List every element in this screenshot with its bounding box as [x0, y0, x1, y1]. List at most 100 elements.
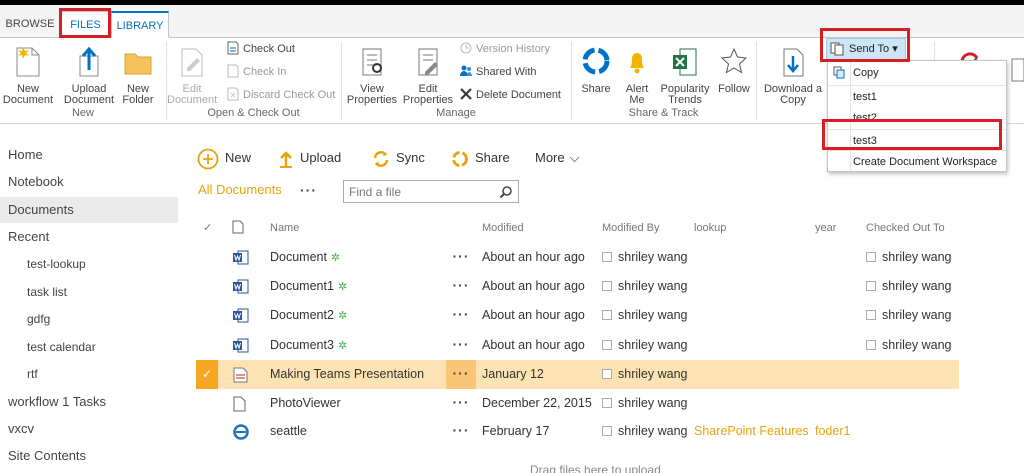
table-row[interactable]: Document1 ✲ ··· About an hour ago shriley wa…: [196, 272, 959, 301]
menu-item-copy[interactable]: Copy: [828, 62, 1006, 84]
checked-out-to-cell[interactable]: shriley wang: [866, 301, 951, 330]
follow-button[interactable]: Follow: [714, 46, 754, 95]
share-button[interactable]: Share: [577, 46, 615, 95]
column-header-modified[interactable]: Modified: [482, 222, 524, 234]
menu-item-create-workspace[interactable]: Create Document Workspace: [828, 150, 1006, 172]
file-name-link[interactable]: PhotoViewer: [270, 389, 341, 418]
file-name-link[interactable]: Document ✲: [270, 243, 340, 272]
presence-checkbox[interactable]: [602, 340, 612, 350]
shared-with-button[interactable]: Shared With: [459, 63, 537, 81]
presence-checkbox[interactable]: [602, 310, 612, 320]
table-row[interactable]: seattle ··· February 17 shriley wang SharePo…: [196, 417, 959, 446]
modified-by-cell[interactable]: shriley wang: [602, 331, 687, 360]
file-name-link[interactable]: Document3 ✲: [270, 331, 347, 360]
menu-item-test3[interactable]: test3: [828, 129, 1006, 151]
checked-out-to-cell[interactable]: shriley wang: [866, 331, 951, 360]
publish-button[interactable]: [1010, 56, 1024, 90]
item-menu-ellipsis[interactable]: ···: [446, 301, 476, 330]
search-input[interactable]: [344, 181, 492, 202]
view-properties-button[interactable]: View Properties: [344, 46, 400, 106]
nav-item-gdfg[interactable]: gdfg: [0, 306, 178, 332]
search-icon[interactable]: [499, 185, 513, 199]
nav-item-site-contents[interactable]: Site Contents: [0, 443, 178, 469]
checked-out-to-cell[interactable]: shriley wang: [866, 243, 951, 272]
new-command[interactable]: New: [197, 147, 251, 169]
item-menu-ellipsis[interactable]: ···: [446, 272, 476, 301]
nav-item-recent[interactable]: Recent: [0, 224, 178, 250]
table-row[interactable]: ✓ Making Teams Presentation ··· January 12 s…: [196, 360, 959, 389]
nav-item-workflow-tasks[interactable]: workflow 1 Tasks: [0, 389, 178, 415]
table-row[interactable]: Document2 ✲ ··· About an hour ago shriley wa…: [196, 301, 959, 330]
modified-by-cell[interactable]: shriley wang: [602, 301, 687, 330]
checked-out-to-cell[interactable]: shriley wang: [866, 272, 951, 301]
upload-document-button[interactable]: Upload Document: [61, 46, 117, 106]
tab-files[interactable]: FILES: [60, 11, 111, 38]
menu-item-test1[interactable]: test1: [828, 85, 1006, 107]
send-to-button[interactable]: Send To ▾: [826, 38, 906, 60]
upload-command[interactable]: Upload: [278, 147, 341, 169]
modified-by-cell[interactable]: shriley wang: [602, 360, 687, 389]
column-header-year[interactable]: year: [815, 222, 836, 234]
column-header-modified-by[interactable]: Modified By: [602, 222, 659, 234]
new-folder-button[interactable]: New Folder: [118, 46, 158, 106]
row-check-icon[interactable]: ✓: [196, 360, 218, 389]
nav-item-vxcv[interactable]: vxcv: [0, 416, 178, 442]
item-menu-ellipsis[interactable]: ···: [446, 389, 476, 418]
nav-item-task-list[interactable]: task list: [0, 279, 178, 305]
modified-by-cell[interactable]: shriley wang: [602, 243, 687, 272]
presence-checkbox[interactable]: [602, 369, 612, 379]
tab-library[interactable]: LIBRARY: [111, 11, 169, 38]
column-header-lookup[interactable]: lookup: [694, 222, 726, 234]
presence-checkbox[interactable]: [602, 281, 612, 291]
check-out-button[interactable]: Check Out: [226, 40, 295, 58]
tab-browse[interactable]: BROWSE: [0, 11, 60, 38]
modified-by-cell[interactable]: shriley wang: [602, 272, 687, 301]
new-document-button[interactable]: New Document: [0, 46, 56, 106]
presence-checkbox[interactable]: [866, 340, 876, 350]
item-menu-ellipsis[interactable]: ···: [446, 331, 476, 360]
nav-item-documents[interactable]: Documents: [0, 197, 178, 223]
view-all-documents[interactable]: All Documents: [198, 182, 282, 197]
item-menu-ellipsis[interactable]: ···: [446, 243, 476, 272]
nav-item-test-lookup[interactable]: test-lookup: [0, 251, 178, 277]
item-menu-ellipsis[interactable]: ···: [446, 360, 476, 389]
download-copy-button[interactable]: Download a Copy: [760, 46, 826, 106]
presence-checkbox[interactable]: [602, 426, 612, 436]
modified-by-cell[interactable]: shriley wang: [602, 417, 687, 446]
item-menu-ellipsis[interactable]: ···: [446, 417, 476, 446]
file-name-link[interactable]: Making Teams Presentation: [270, 360, 424, 389]
popularity-trends-button[interactable]: Popularity Trends: [657, 46, 713, 106]
nav-item-notebook[interactable]: Notebook: [0, 169, 178, 195]
file-name-link[interactable]: seattle: [270, 417, 307, 446]
presence-checkbox[interactable]: [602, 252, 612, 262]
more-command[interactable]: More ⌵: [535, 147, 579, 169]
edit-properties-button[interactable]: Edit Properties: [401, 46, 455, 106]
file-name-link[interactable]: Document1 ✲: [270, 272, 347, 301]
alert-me-button[interactable]: Alert Me: [618, 46, 656, 106]
table-row[interactable]: Document ✲ ··· About an hour ago shriley wan…: [196, 243, 959, 272]
menu-item-test2[interactable]: test2: [828, 107, 1006, 129]
nav-item-rtf[interactable]: rtf: [0, 361, 178, 387]
discard-check-out-button[interactable]: Discard Check Out: [226, 86, 335, 104]
table-row[interactable]: PhotoViewer ··· December 22, 2015 shriley w…: [196, 389, 959, 418]
sync-command[interactable]: Sync: [372, 147, 425, 169]
nav-item-test-calendar[interactable]: test calendar: [0, 334, 178, 360]
presence-checkbox[interactable]: [602, 398, 612, 408]
select-all-check[interactable]: ✓: [203, 221, 212, 234]
column-header-name[interactable]: Name: [270, 222, 299, 234]
file-name-link[interactable]: Document2 ✲: [270, 301, 347, 330]
view-options-ellipsis[interactable]: ···: [300, 182, 317, 198]
share-command[interactable]: Share: [451, 147, 510, 169]
presence-checkbox[interactable]: [866, 310, 876, 320]
column-header-checked-out-to[interactable]: Checked Out To: [866, 222, 945, 234]
lookup-cell[interactable]: SharePoint Features: [694, 417, 809, 446]
modified-by-cell[interactable]: shriley wang: [602, 389, 687, 418]
year-cell[interactable]: foder1: [815, 417, 850, 446]
nav-item-home[interactable]: Home: [0, 142, 178, 168]
presence-checkbox[interactable]: [866, 281, 876, 291]
edit-document-button[interactable]: Edit Document: [166, 46, 218, 106]
table-row[interactable]: Document3 ✲ ··· About an hour ago shriley wa…: [196, 331, 959, 360]
presence-checkbox[interactable]: [866, 252, 876, 262]
delete-document-button[interactable]: Delete Document: [459, 86, 561, 104]
check-in-button[interactable]: Check In: [226, 63, 286, 81]
